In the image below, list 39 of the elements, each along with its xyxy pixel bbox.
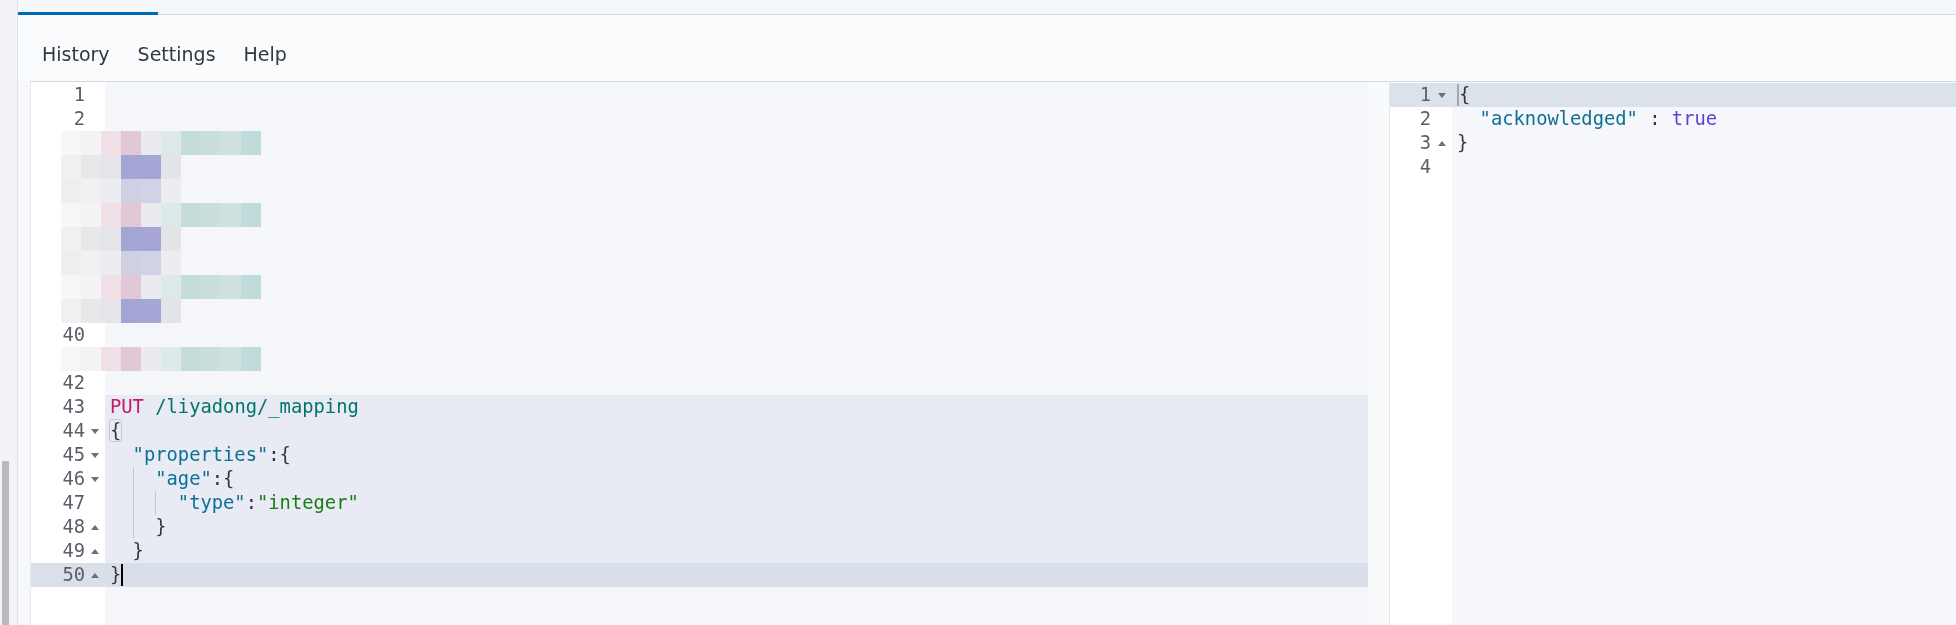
line-number: 2: [73, 107, 85, 131]
caret-down-icon[interactable]: [91, 452, 99, 458]
caret-up-icon[interactable]: [91, 548, 99, 554]
code-line: {: [110, 419, 122, 443]
line-number: 42: [62, 371, 85, 395]
line-number: 44: [62, 419, 85, 443]
code-line: PUT /liyadong/_mapping: [110, 395, 359, 419]
line-number: 45: [62, 443, 85, 467]
code-line: "type":"integer": [177, 491, 359, 515]
line-number: 43: [62, 395, 85, 419]
line-number: 49: [62, 539, 85, 563]
code-line: "acknowledged" : true: [1479, 107, 1718, 131]
menu-item[interactable]: History: [42, 43, 110, 66]
line-number: 3: [1419, 131, 1431, 155]
line-number: 46: [62, 467, 85, 491]
caret-up-icon[interactable]: [1437, 140, 1446, 146]
caret-down-icon[interactable]: [1437, 92, 1446, 98]
line-number: 48: [62, 515, 85, 539]
menu-item[interactable]: Help: [243, 43, 287, 66]
code-line: {: [1459, 83, 1471, 107]
code-line: }: [155, 515, 167, 539]
code-line: "age":{: [155, 467, 235, 491]
line-number: 2: [1419, 107, 1431, 131]
line-number: 4: [1419, 155, 1431, 179]
caret-up-icon[interactable]: [91, 572, 99, 578]
code-line: }: [132, 539, 144, 563]
scrollbar-thumb[interactable]: [2, 461, 9, 625]
caret-up-icon[interactable]: [91, 524, 99, 530]
caret-down-icon[interactable]: [91, 428, 99, 434]
line-number: 1: [1419, 83, 1431, 107]
line-number: 47: [62, 491, 85, 515]
caret-down-icon[interactable]: [91, 476, 99, 482]
line-number: 50: [62, 563, 85, 587]
code-line: }: [1457, 131, 1469, 155]
line-number: 40: [62, 323, 85, 347]
line-number: 1: [73, 83, 85, 107]
code-line: }: [110, 563, 122, 587]
code-line: "properties":{: [132, 443, 291, 467]
menu-item[interactable]: Settings: [137, 43, 216, 66]
